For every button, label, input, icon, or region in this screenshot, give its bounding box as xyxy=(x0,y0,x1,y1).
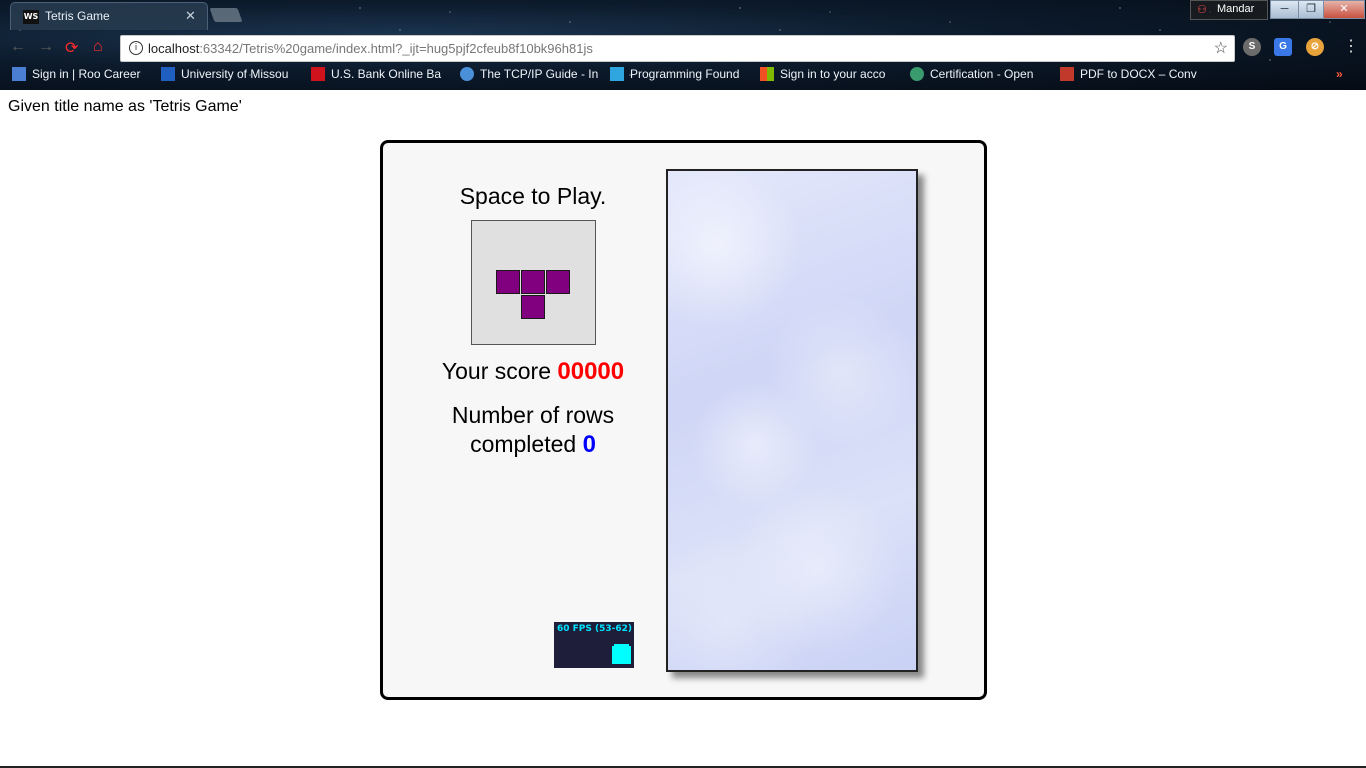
bookmark-item[interactable]: PDF to DOCX – Conv xyxy=(1060,67,1198,83)
bookmark-favicon-icon xyxy=(910,67,924,81)
bookmark-item[interactable]: Sign in to your acco xyxy=(760,67,896,83)
bookmark-label: Certification - Open xyxy=(930,67,1034,81)
page-note: Given title name as 'Tetris Game' xyxy=(8,98,242,115)
tab-title: Tetris Game xyxy=(45,9,110,23)
bookmark-item[interactable]: University of Missou xyxy=(161,67,297,83)
tab-close-icon[interactable]: ✕ xyxy=(185,8,196,24)
bookmark-item[interactable]: Sign in | Roo Career xyxy=(12,67,144,83)
compass-extension-icon[interactable]: ⊘ xyxy=(1306,38,1324,56)
rows-display: Number of rows completed 0 xyxy=(383,401,683,459)
bookmark-item[interactable]: Certification - Open xyxy=(910,67,1045,83)
profile-name: Mandar xyxy=(1217,3,1255,15)
next-piece-cell xyxy=(546,270,570,294)
bookmark-label: Programming Found xyxy=(630,67,740,81)
fps-text: 60 FPS (53-62) xyxy=(557,624,633,634)
bookmark-favicon-icon xyxy=(760,67,774,81)
browser-chrome: WS Tetris Game ✕ ⚇ Mandar ─ ❐ ✕ ← → ⟳ ⌂ … xyxy=(0,0,1366,90)
browser-tab[interactable]: WS Tetris Game ✕ xyxy=(10,2,208,30)
bookmark-favicon-icon xyxy=(311,67,325,81)
back-icon[interactable]: ← xyxy=(10,38,26,56)
address-bar[interactable]: i localhost:63342/Tetris%20game/index.ht… xyxy=(120,35,1235,62)
address-text[interactable]: localhost:63342/Tetris%20game/index.html… xyxy=(148,41,593,56)
bookmark-label: Sign in to your acco xyxy=(780,67,886,81)
bookmark-favicon-icon xyxy=(161,67,175,81)
site-info-icon[interactable]: i xyxy=(129,41,143,55)
profile-button[interactable]: ⚇ Mandar xyxy=(1190,0,1268,20)
skype-extension-icon[interactable]: S xyxy=(1243,38,1261,56)
bookmark-favicon-icon xyxy=(1060,67,1074,81)
score-display: Your score 00000 xyxy=(383,358,683,386)
address-path: :63342/Tetris%20game/index.html?_ijt=hug… xyxy=(199,41,593,56)
address-host: localhost xyxy=(148,41,200,56)
menu-icon[interactable]: ⋮ xyxy=(1343,36,1359,56)
minimize-button[interactable]: ─ xyxy=(1270,0,1299,19)
bookmark-favicon-icon xyxy=(12,67,26,81)
rows-value: 0 xyxy=(582,431,596,458)
score-label: Your score xyxy=(441,358,551,384)
bookmark-favicon-icon xyxy=(460,67,474,81)
bookmark-label: U.S. Bank Online Ba xyxy=(331,67,442,81)
next-piece-cell xyxy=(521,270,545,294)
restore-button[interactable]: ❐ xyxy=(1298,0,1324,19)
new-tab-button[interactable] xyxy=(209,8,243,22)
home-icon[interactable]: ⌂ xyxy=(93,38,103,56)
rows-label-line2: completed xyxy=(470,431,577,457)
reload-icon[interactable]: ⟳ xyxy=(65,38,78,58)
rows-label-line1: Number of rows xyxy=(451,402,615,428)
bookmark-item[interactable]: The TCP/IP Guide - In xyxy=(460,67,598,83)
close-window-button[interactable]: ✕ xyxy=(1323,0,1365,19)
rows-label-line2-wrap: completed 0 xyxy=(383,430,683,459)
bookmarks-overflow-icon[interactable]: » xyxy=(1336,67,1350,83)
profile-icon: ⚇ xyxy=(1197,4,1207,16)
bookmark-label: Sign in | Roo Career xyxy=(32,67,141,81)
bookmark-star-icon[interactable]: ☆ xyxy=(1214,38,1228,58)
tab-favicon-icon: WS xyxy=(23,10,39,24)
next-piece-cell xyxy=(496,270,520,294)
game-container: Space to Play. Your score 00000 Number o… xyxy=(380,140,987,700)
next-piece-cell xyxy=(521,295,545,319)
forward-icon[interactable]: → xyxy=(38,38,54,56)
play-prompt: Space to Play. xyxy=(459,183,607,209)
fps-meter[interactable]: 60 FPS (53-62) xyxy=(554,622,634,668)
score-value: 00000 xyxy=(557,358,625,385)
next-piece-preview xyxy=(471,220,596,345)
bookmark-item[interactable]: U.S. Bank Online Ba xyxy=(311,67,445,83)
bookmark-label: PDF to DOCX – Conv xyxy=(1080,67,1197,81)
bookmarks-bar: Sign in | Roo Career University of Misso… xyxy=(0,64,1366,86)
bookmark-label: The TCP/IP Guide - In xyxy=(480,67,598,81)
bookmark-favicon-icon xyxy=(610,67,624,81)
bookmark-label: University of Missou xyxy=(181,67,289,81)
translate-extension-icon[interactable]: G xyxy=(1274,38,1292,56)
tetris-playfield[interactable] xyxy=(666,169,918,672)
fps-graph xyxy=(612,646,631,664)
bookmark-item[interactable]: Programming Found xyxy=(610,67,746,83)
